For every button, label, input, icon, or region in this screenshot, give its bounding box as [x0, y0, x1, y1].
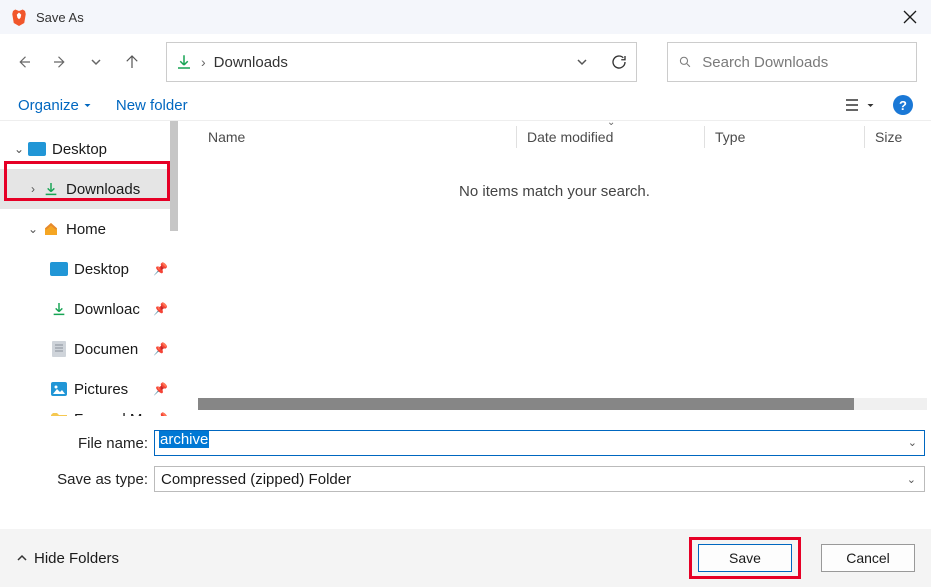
desktop-icon — [48, 260, 70, 278]
arrow-right-icon — [51, 53, 69, 71]
nav-scrollbar-thumb[interactable] — [170, 121, 178, 231]
list-view-icon — [844, 98, 860, 112]
downloads-folder-icon — [175, 53, 193, 71]
hide-folders-button[interactable]: Hide Folders — [16, 550, 119, 567]
annotation-highlight-save: Save — [689, 537, 801, 579]
column-headers: Name ⌄ Date modified Type Size — [178, 121, 931, 153]
tree-item-downloads[interactable]: › Downloads — [0, 169, 178, 209]
chevron-down-icon — [576, 56, 588, 68]
column-date[interactable]: ⌄ Date modified — [527, 129, 704, 145]
pin-icon: 📌 — [153, 302, 168, 316]
tree-label: Downloac — [74, 301, 140, 318]
save-button[interactable]: Save — [698, 544, 792, 572]
tree-label: Framed M — [74, 411, 142, 417]
downloads-icon — [40, 180, 62, 198]
search-input[interactable] — [702, 54, 906, 71]
pin-icon: 📌 — [153, 412, 168, 416]
pin-icon: 📌 — [153, 342, 168, 356]
brave-icon — [10, 8, 28, 26]
tree-label: Home — [66, 221, 106, 238]
recent-button[interactable] — [86, 52, 106, 72]
horizontal-scrollbar-thumb[interactable] — [198, 398, 854, 410]
close-icon — [903, 10, 917, 24]
tree-item-desktop-root[interactable]: ⌄ Desktop — [0, 129, 178, 169]
documents-icon — [48, 340, 70, 358]
chevron-up-icon — [16, 552, 28, 564]
up-button[interactable] — [122, 52, 142, 72]
breadcrumb-current[interactable]: Downloads — [214, 54, 288, 71]
hide-folders-label: Hide Folders — [34, 550, 119, 567]
column-name[interactable]: Name — [208, 129, 516, 145]
filetype-value: Compressed (zipped) Folder — [161, 471, 351, 488]
breadcrumb-separator-icon: › — [201, 54, 206, 70]
view-menu-button[interactable] — [844, 98, 875, 112]
filename-input[interactable]: archive — [154, 430, 925, 456]
filetype-label: Save as type: — [6, 471, 154, 488]
filetype-combo[interactable]: Compressed (zipped) Folder ⌄ — [154, 466, 925, 492]
help-icon: ? — [899, 98, 907, 113]
pin-icon: 📌 — [153, 382, 168, 396]
refresh-icon — [610, 53, 628, 71]
chevron-right-icon: › — [26, 182, 40, 196]
desktop-icon — [26, 140, 48, 158]
title-bar: Save As — [0, 0, 931, 34]
search-box[interactable] — [667, 42, 917, 82]
tree-label: Desktop — [74, 261, 129, 278]
folder-icon — [48, 410, 70, 416]
pictures-icon — [48, 380, 70, 398]
column-date-label: Date modified — [527, 129, 613, 145]
home-icon — [40, 220, 62, 238]
tree-item-home-pictures[interactable]: Pictures 📌 — [0, 369, 178, 409]
close-button[interactable] — [899, 6, 921, 28]
back-button[interactable] — [14, 52, 34, 72]
chevron-down-icon: ⌄ — [26, 222, 40, 236]
tree-item-home-downloads[interactable]: Downloac 📌 — [0, 289, 178, 329]
tree-label: Pictures — [74, 381, 128, 398]
filename-value: archive — [159, 431, 209, 448]
file-list-pane: Name ⌄ Date modified Type Size No items … — [178, 121, 931, 416]
horizontal-scrollbar[interactable] — [198, 398, 927, 410]
search-icon — [678, 54, 692, 70]
column-size[interactable]: Size — [875, 129, 902, 145]
forward-button[interactable] — [50, 52, 70, 72]
filename-label: File name: — [6, 435, 154, 452]
tree-label: Downloads — [66, 181, 140, 198]
dropdown-caret-icon — [83, 101, 92, 110]
empty-message: No items match your search. — [178, 183, 931, 200]
new-folder-button[interactable]: New folder — [116, 97, 188, 114]
help-button[interactable]: ? — [893, 95, 913, 115]
tree-label: Desktop — [52, 141, 107, 158]
arrow-left-icon — [15, 53, 33, 71]
column-type[interactable]: Type — [715, 129, 864, 145]
filename-dropdown-icon[interactable]: ⌄ — [908, 436, 917, 449]
tree-item-home-documents[interactable]: Documen 📌 — [0, 329, 178, 369]
chevron-down-icon: ⌄ — [12, 142, 26, 156]
window-title: Save As — [36, 10, 84, 25]
dropdown-caret-icon — [866, 101, 875, 110]
navigation-pane[interactable]: ⌄ Desktop › Downloads ⌄ Home Desktop 📌 — [0, 121, 178, 416]
downloads-icon — [48, 300, 70, 318]
tree-item-home[interactable]: ⌄ Home — [0, 209, 178, 249]
file-fields: File name: archive ⌄ Save as type: Compr… — [0, 416, 931, 510]
sort-indicator-icon: ⌄ — [607, 117, 615, 128]
address-dropdown-button[interactable] — [576, 56, 588, 68]
tree-item-home-desktop[interactable]: Desktop 📌 — [0, 249, 178, 289]
chevron-down-icon: ⌄ — [907, 473, 916, 486]
file-browser: ⌄ Desktop › Downloads ⌄ Home Desktop 📌 — [0, 120, 931, 416]
cancel-button[interactable]: Cancel — [821, 544, 915, 572]
address-bar[interactable]: › Downloads — [166, 42, 637, 82]
chevron-down-icon — [90, 56, 102, 68]
nav-row: › Downloads — [0, 34, 931, 90]
tree-item-home-item5[interactable]: Framed M 📌 — [0, 409, 178, 416]
tree-label: Documen — [74, 341, 138, 358]
footer: Hide Folders Save Cancel — [0, 529, 931, 587]
organize-button[interactable]: Organize — [18, 97, 92, 114]
refresh-button[interactable] — [610, 53, 628, 71]
organize-label: Organize — [18, 97, 79, 114]
toolbar: Organize New folder ? — [0, 90, 931, 120]
arrow-up-icon — [123, 53, 141, 71]
folder-tree: ⌄ Desktop › Downloads ⌄ Home Desktop 📌 — [0, 121, 178, 416]
pin-icon: 📌 — [153, 262, 168, 276]
